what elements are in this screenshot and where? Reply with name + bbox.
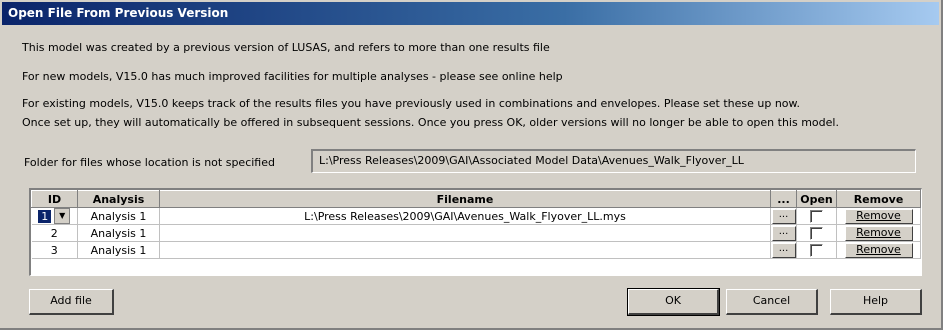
row-id-select[interactable]: 1 ▼ bbox=[31, 207, 78, 225]
row-id: 1 bbox=[38, 209, 52, 223]
message-line-2: For new models, V15.0 has much improved … bbox=[22, 70, 563, 83]
results-files-grid: ID Analysis Filename ... Open Remove 1 ▼ … bbox=[29, 188, 922, 276]
message-line-3: For existing models, V15.0 keeps track o… bbox=[22, 97, 801, 110]
row-filename[interactable] bbox=[159, 224, 771, 242]
add-file-button[interactable]: Add file bbox=[29, 289, 114, 315]
folder-label: Folder for files whose location is not s… bbox=[24, 156, 275, 169]
open-checkbox[interactable] bbox=[810, 209, 823, 223]
remove-button[interactable]: Remove bbox=[844, 242, 913, 258]
table-row: 2 Analysis 1 ... Remove bbox=[31, 224, 921, 242]
grid-header-row: ID Analysis Filename ... Open Remove bbox=[31, 190, 921, 208]
open-checkbox[interactable] bbox=[810, 226, 823, 240]
row-filename[interactable]: L:\Press Releases\2009\GAI\Avenues_Walk_… bbox=[159, 207, 771, 225]
chevron-down-icon[interactable]: ▼ bbox=[54, 208, 71, 224]
column-header-filename: Filename bbox=[159, 190, 771, 208]
table-row: 1 ▼ Analysis 1 L:\Press Releases\2009\GAI… bbox=[31, 207, 921, 225]
browse-button[interactable]: ... bbox=[771, 242, 796, 258]
column-header-analysis: Analysis bbox=[77, 190, 160, 208]
browse-button[interactable]: ... bbox=[771, 208, 796, 224]
folder-path-field[interactable]: L:\Press Releases\2009\GAI\Associated Mo… bbox=[311, 149, 916, 173]
row-analysis[interactable]: Analysis 1 bbox=[77, 241, 160, 259]
row-filename[interactable] bbox=[159, 241, 771, 259]
table-row: 3 Analysis 1 ... Remove bbox=[31, 241, 921, 259]
dialog-title: Open File From Previous Version bbox=[2, 2, 939, 25]
remove-button[interactable]: Remove bbox=[844, 225, 913, 241]
column-header-remove: Remove bbox=[836, 190, 921, 208]
cancel-button[interactable]: Cancel bbox=[726, 289, 818, 315]
message-line-1: This model was created by a previous ver… bbox=[22, 41, 550, 54]
row-analysis[interactable]: Analysis 1 bbox=[77, 207, 160, 225]
column-header-id: ID bbox=[31, 190, 78, 208]
remove-button[interactable]: Remove bbox=[844, 208, 913, 224]
column-header-open: Open bbox=[796, 190, 837, 208]
row-id[interactable]: 2 bbox=[31, 224, 78, 242]
column-header-browse: ... bbox=[770, 190, 797, 208]
open-file-dialog: Open File From Previous Version This mod… bbox=[0, 0, 943, 330]
ok-button[interactable]: OK bbox=[627, 288, 720, 316]
browse-button[interactable]: ... bbox=[771, 225, 796, 241]
message-line-4: Once set up, they will automatically be … bbox=[22, 116, 839, 129]
open-checkbox[interactable] bbox=[810, 243, 823, 257]
help-button[interactable]: Help bbox=[830, 289, 922, 315]
row-id[interactable]: 3 bbox=[31, 241, 78, 259]
row-analysis[interactable]: Analysis 1 bbox=[77, 224, 160, 242]
